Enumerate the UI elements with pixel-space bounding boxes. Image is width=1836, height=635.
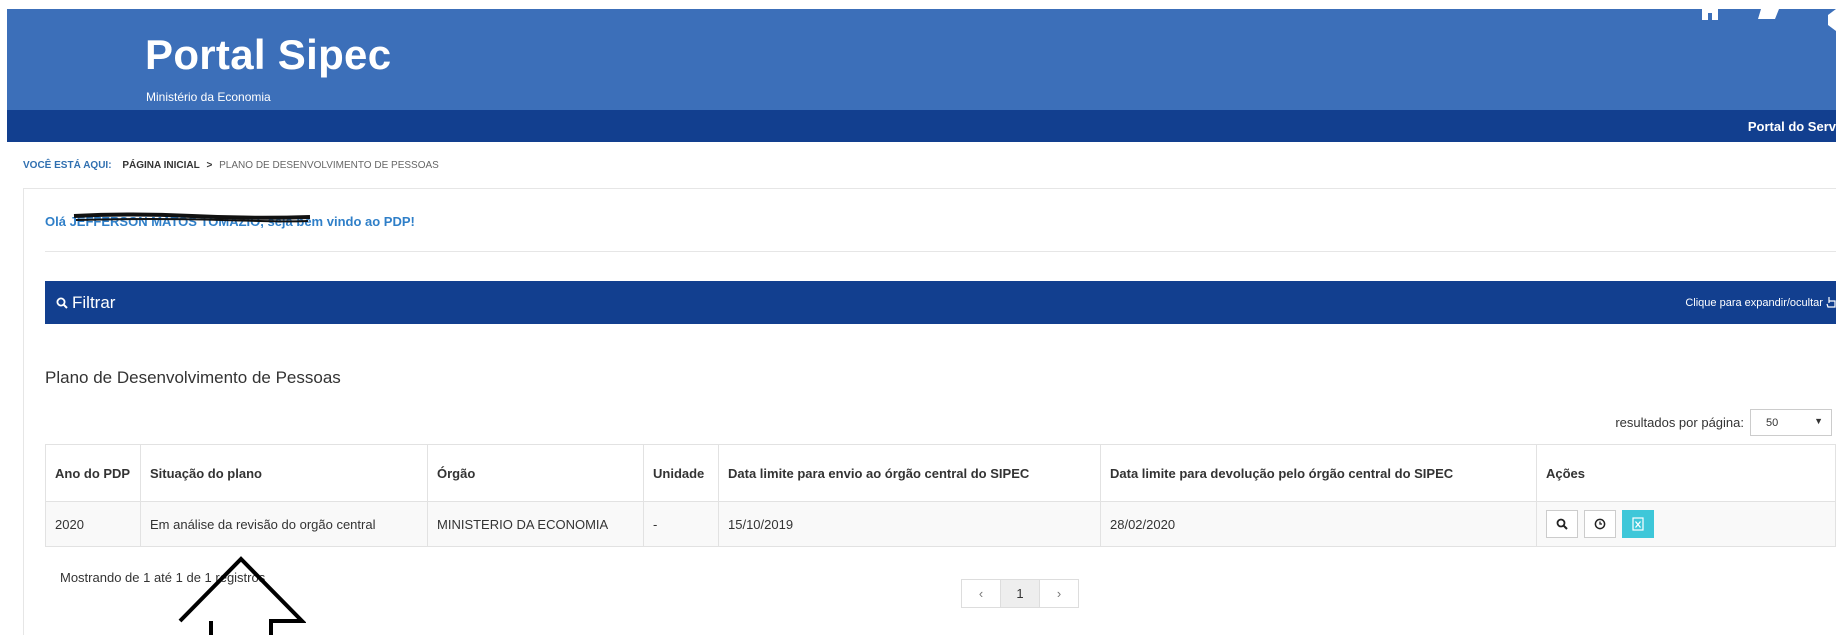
pagination-prev[interactable]: ‹ xyxy=(961,579,1001,608)
cell-situacao: Em análise da revisão do orgão central xyxy=(140,501,428,547)
filter-toggle[interactable]: Clique para expandir/ocultar xyxy=(1685,296,1836,309)
welcome-divider xyxy=(45,251,1836,252)
breadcrumb-current: PLANO DE DESENVOLVIMENTO DE PESSOAS xyxy=(219,160,439,171)
cell-data-devolucao: 28/02/2020 xyxy=(1100,501,1537,547)
annotation-arrow-icon xyxy=(178,556,306,635)
excel-icon xyxy=(1632,517,1644,531)
cell-data-envio: 15/10/2019 xyxy=(718,501,1101,547)
cell-unidade: - xyxy=(643,501,719,547)
search-icon xyxy=(1556,518,1568,530)
pagination-next[interactable]: › xyxy=(1039,579,1079,608)
site-header: Portal Sipec Ministério da Economia xyxy=(7,9,1836,110)
pagination: ‹ 1 › xyxy=(961,579,1079,608)
hand-pointer-icon xyxy=(1826,297,1836,308)
table-row: 2020 Em análise da revisão do orgão cent… xyxy=(45,501,1836,547)
welcome-message: Olá JEFFERSON MATOS TOMAZIO, seja bem vi… xyxy=(45,214,415,229)
portal-title[interactable]: Portal Sipec xyxy=(145,31,391,79)
history-button[interactable] xyxy=(1584,510,1616,538)
per-page-control: resultados por página: 50 ▼ xyxy=(1615,409,1832,436)
cell-orgao: MINISTERIO DA ECONOMIA xyxy=(427,501,644,547)
breadcrumb-home-link[interactable]: PÁGINA INICIAL xyxy=(122,160,199,171)
filter-title[interactable]: Filtrar xyxy=(56,293,115,313)
export-excel-button[interactable] xyxy=(1622,510,1654,538)
breadcrumb: VOCÊ ESTÁ AQUI: PÁGINA INICIAL > PLANO D… xyxy=(23,160,439,171)
col-situacao[interactable]: Situação do plano xyxy=(140,444,428,502)
col-data-devolucao[interactable]: Data limite para devolução pelo órgão ce… xyxy=(1100,444,1537,502)
cell-acoes xyxy=(1536,501,1836,547)
content-top-divider xyxy=(23,188,1836,189)
section-title: Plano de Desenvolvimento de Pessoas xyxy=(45,368,341,387)
caret-down-icon: ▼ xyxy=(1814,416,1823,426)
nav-bar: Portal do Serv xyxy=(7,110,1836,142)
col-ano[interactable]: Ano do PDP xyxy=(45,444,141,502)
table-header-row: Ano do PDP Situação do plano Órgão Unida… xyxy=(45,444,1836,502)
per-page-select[interactable]: 50 ▼ xyxy=(1750,409,1832,436)
pdp-table: Ano do PDP Situação do plano Órgão Unida… xyxy=(45,444,1836,547)
content-left-border xyxy=(23,188,24,635)
search-icon xyxy=(56,297,68,309)
cell-ano: 2020 xyxy=(45,501,141,547)
pagination-page-1[interactable]: 1 xyxy=(1000,579,1040,608)
col-data-envio[interactable]: Data limite para envio ao órgão central … xyxy=(718,444,1101,502)
per-page-label: resultados por página: xyxy=(1615,415,1744,430)
home-icon[interactable] xyxy=(1700,9,1720,21)
view-button[interactable] xyxy=(1546,510,1578,538)
col-unidade[interactable]: Unidade xyxy=(643,444,719,502)
filter-toggle-label: Clique para expandir/ocultar xyxy=(1685,297,1823,309)
portal-subtitle: Ministério da Economia xyxy=(146,90,271,104)
clock-icon xyxy=(1594,518,1606,530)
per-page-value: 50 xyxy=(1766,417,1779,429)
col-orgao[interactable]: Órgão xyxy=(427,444,644,502)
portal-servidor-link[interactable]: Portal do Serv xyxy=(1748,119,1836,134)
filter-bar[interactable]: Filtrar Clique para expandir/ocultar xyxy=(45,281,1836,324)
col-acoes: Ações xyxy=(1536,444,1836,502)
document-icon[interactable] xyxy=(1758,9,1782,21)
breadcrumb-separator: > xyxy=(206,160,213,171)
breadcrumb-lead: VOCÊ ESTÁ AQUI: xyxy=(23,160,112,171)
user-icon[interactable] xyxy=(1822,9,1836,31)
filter-label: Filtrar xyxy=(72,293,116,312)
